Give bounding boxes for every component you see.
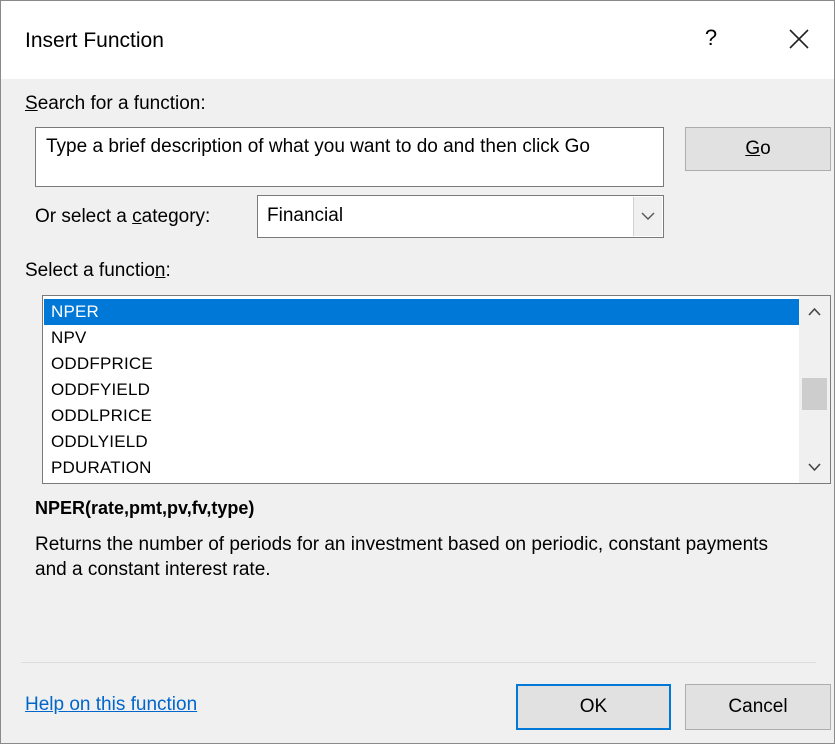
scroll-up-button[interactable] bbox=[799, 300, 830, 324]
function-list-scrollbar[interactable] bbox=[799, 296, 830, 483]
help-on-function-link[interactable]: Help on this function bbox=[25, 694, 197, 716]
function-list-item[interactable]: NPV bbox=[44, 325, 799, 351]
search-input-text[interactable]: Type a brief description of what you wan… bbox=[46, 135, 646, 159]
function-syntax: NPER(rate,pmt,pv,fv,type) bbox=[35, 498, 255, 518]
function-list-item[interactable]: ODDLYIELD bbox=[44, 429, 799, 455]
help-button[interactable]: ? bbox=[701, 25, 721, 51]
close-icon bbox=[789, 29, 809, 49]
function-list-label: Select a function: bbox=[25, 260, 171, 281]
function-list-item[interactable]: NPER bbox=[44, 299, 799, 325]
dialog-title: Insert Function bbox=[25, 29, 164, 52]
function-list-item[interactable]: ODDFPRICE bbox=[44, 351, 799, 377]
go-button[interactable]: Go bbox=[685, 127, 831, 171]
function-description: Returns the number of periods for an inv… bbox=[35, 534, 768, 580]
scroll-thumb[interactable] bbox=[802, 378, 827, 410]
function-list-item[interactable]: ODDFYIELD bbox=[44, 377, 799, 403]
category-label: Or select a category: bbox=[35, 206, 211, 227]
search-label: Search for a function: bbox=[25, 93, 206, 114]
function-list-item[interactable]: ODDLPRICE bbox=[44, 403, 799, 429]
insert-function-dialog: Insert Function ? Search for a function:… bbox=[0, 0, 835, 744]
function-list-item[interactable]: PDURATION bbox=[44, 455, 799, 481]
ok-button[interactable]: OK bbox=[516, 684, 671, 730]
title-bar: Insert Function ? bbox=[1, 1, 834, 79]
chevron-down-icon bbox=[808, 463, 821, 472]
category-selected-value: Financial bbox=[267, 205, 344, 226]
function-list[interactable]: NPER NPV ODDFPRICE ODDFYIELD ODDLPRICE O… bbox=[42, 295, 831, 484]
close-button[interactable] bbox=[786, 26, 812, 52]
cancel-button[interactable]: Cancel bbox=[685, 684, 831, 730]
divider bbox=[21, 662, 816, 663]
search-input[interactable]: Type a brief description of what you wan… bbox=[35, 127, 664, 187]
category-select[interactable]: Financial bbox=[257, 195, 664, 238]
chevron-down-icon bbox=[641, 212, 655, 220]
scroll-down-button[interactable] bbox=[799, 455, 830, 479]
chevron-up-icon bbox=[808, 307, 821, 316]
category-dropdown-button[interactable] bbox=[633, 197, 662, 236]
